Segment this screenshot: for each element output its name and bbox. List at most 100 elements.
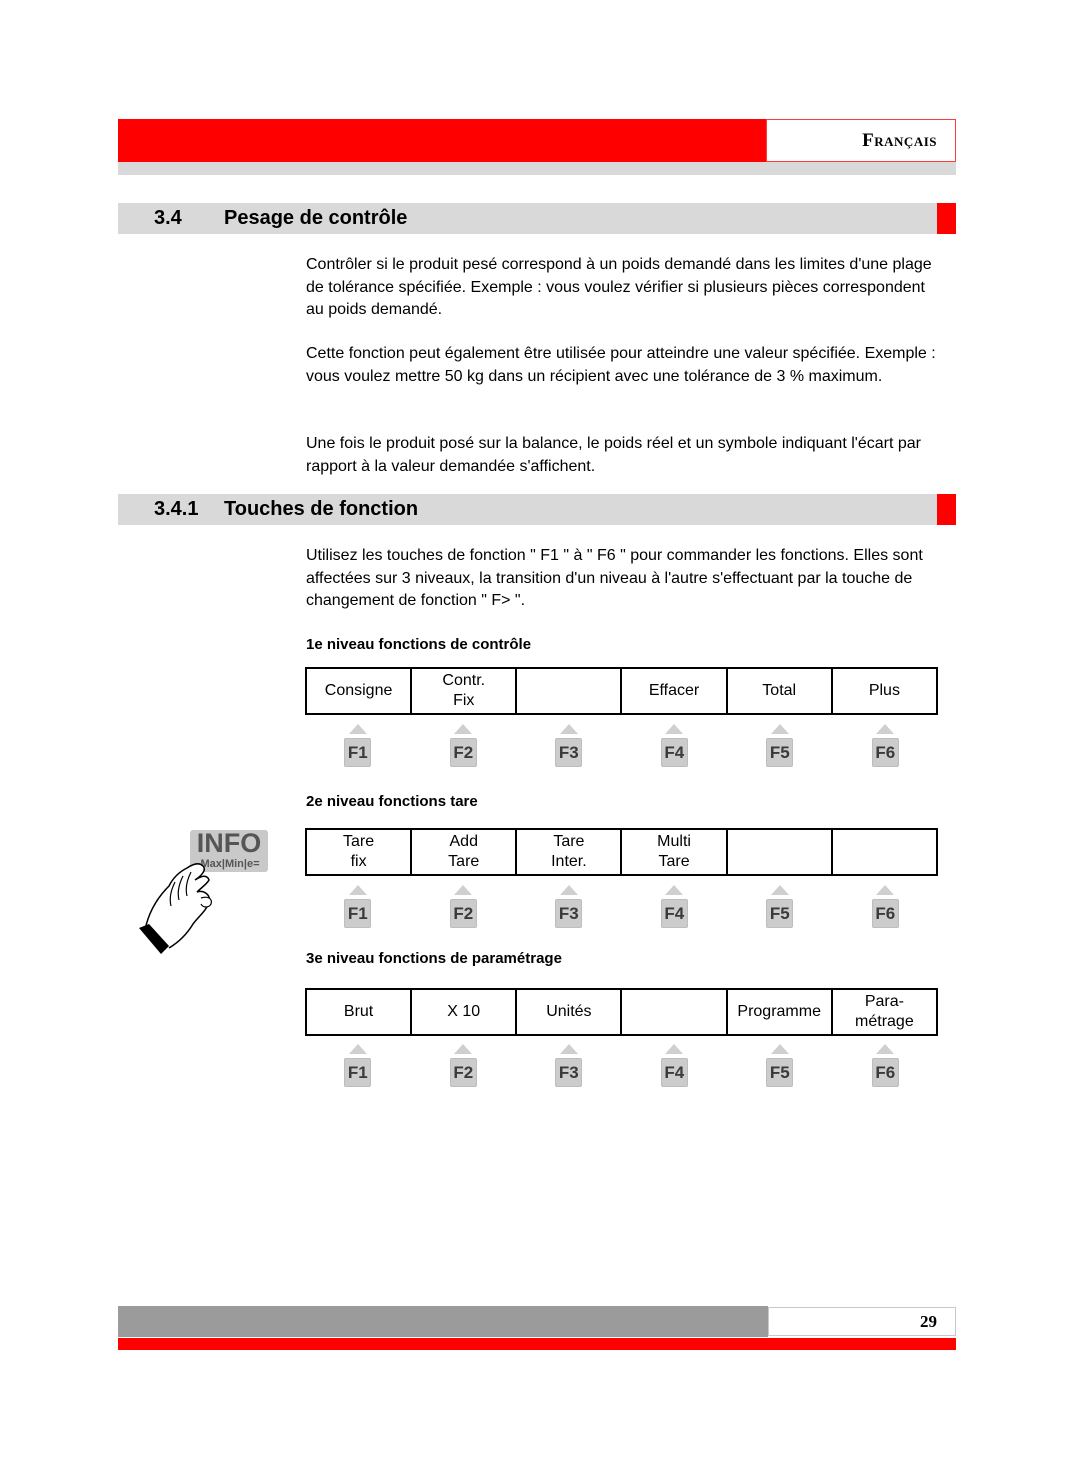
function-key: F6 [871, 1058, 899, 1087]
function-label-line: Para- [864, 993, 904, 1010]
function-key-group: F1 [305, 876, 411, 928]
function-key: F5 [766, 899, 794, 928]
function-label-cell: Unités [515, 988, 623, 1036]
function-key-group: F3 [516, 715, 622, 767]
section-title: Pesage de contrôle [224, 207, 408, 229]
function-key-group: F2 [411, 1035, 517, 1087]
function-label-line: Tare [448, 853, 480, 870]
arrow-up-icon [665, 1044, 684, 1054]
function-label-line: Fix [453, 692, 475, 709]
header-red-bar [118, 119, 766, 162]
arrow-up-icon [559, 885, 578, 895]
function-key: F3 [555, 899, 583, 928]
arrow-up-icon [665, 885, 684, 895]
function-label-cell [515, 667, 623, 715]
level-3-table: Brut X 10 Unités Programme Para-métrage [304, 988, 939, 1036]
function-key-group: F5 [727, 1035, 833, 1087]
section-accent-3-4-1 [937, 494, 956, 525]
section-accent-3-4 [937, 203, 956, 234]
function-label-line: Brut [343, 1003, 374, 1020]
arrow-up-icon [559, 1044, 578, 1054]
paragraph: Utilisez les touches de fonction " F1 " … [306, 547, 923, 609]
function-key: F1 [344, 738, 372, 767]
footer-red-bar [118, 1338, 956, 1350]
function-label-cell: Total [725, 667, 833, 715]
function-key-group: F3 [516, 1035, 622, 1087]
function-key-group: F1 [305, 1035, 411, 1087]
level-1-function-keys: F1 F2 F3 F4 F5 F6 [305, 715, 938, 767]
function-label-line: Tare [658, 853, 690, 870]
paragraph: Une fois le produit posé sur la balance,… [306, 435, 921, 475]
function-label-line: Programme [737, 1003, 821, 1020]
paragraph: Cette fonction peut également être utili… [306, 345, 936, 385]
function-label-cell: Programme [725, 988, 833, 1036]
section-title: Touches de fonction [224, 498, 419, 520]
function-label-cell: Multi Tare [620, 828, 728, 876]
function-key-group: F1 [305, 715, 411, 767]
function-key-group: F6 [833, 876, 939, 928]
function-key: F1 [344, 899, 372, 928]
function-key-group: F4 [622, 1035, 728, 1087]
language-label: Français [766, 119, 956, 162]
arrow-up-icon [559, 724, 578, 734]
header-gray-strip [118, 162, 956, 175]
function-key-group: F5 [727, 876, 833, 928]
function-key-group: F4 [622, 715, 728, 767]
function-label-line: Unités [546, 1003, 592, 1020]
function-label-cell [725, 828, 833, 876]
function-label-cell: Effacer [620, 667, 728, 715]
level-2-title: 2e niveau fonctions tare [306, 793, 478, 810]
function-label-line: X 10 [447, 1003, 481, 1020]
arrow-up-icon [770, 724, 789, 734]
function-label-line: Contr. [442, 672, 486, 689]
function-key-group: F6 [833, 1035, 939, 1087]
arrow-up-icon [665, 724, 684, 734]
level-3-function-keys: F1 F2 F3 F4 F5 F6 [305, 1035, 938, 1087]
function-label-cell [620, 988, 728, 1036]
arrow-up-icon [454, 724, 473, 734]
arrow-up-icon [348, 885, 367, 895]
level-2-table: Tare fix Add Tare Tare Inter. Multi Tare [304, 828, 939, 876]
function-label-line: Plus [868, 682, 900, 699]
level-2-function-keys: F1 F2 F3 F4 F5 F6 [305, 876, 938, 928]
function-key: F3 [555, 738, 583, 767]
function-label-line: Tare [343, 833, 375, 850]
paragraph: Contrôler si le produit pesé correspond … [306, 256, 932, 318]
function-key: F4 [660, 899, 688, 928]
function-key: F5 [766, 738, 794, 767]
function-label-cell [830, 828, 939, 876]
function-label-line: Tare [553, 833, 585, 850]
function-label-cell: Brut [304, 988, 413, 1036]
arrow-up-icon [876, 885, 895, 895]
function-label-line: Add [449, 833, 478, 850]
arrow-up-icon [876, 1044, 895, 1054]
pointing-hand-icon [139, 863, 212, 954]
arrow-up-icon [454, 1044, 473, 1054]
function-key: F2 [449, 899, 477, 928]
arrow-up-icon [876, 724, 895, 734]
function-label-cell: Para-métrage [830, 988, 939, 1036]
function-key: F2 [449, 1058, 477, 1087]
function-key: F2 [449, 738, 477, 767]
function-key: F4 [660, 1058, 688, 1087]
arrow-up-icon [454, 885, 473, 895]
function-key-group: F2 [411, 876, 517, 928]
function-label-cell: Consigne [304, 667, 413, 715]
section-heading-3-4: 3.4 Pesage de contrôle [118, 203, 938, 234]
arrow-up-icon [348, 724, 367, 734]
level-3-title: 3e niveau fonctions de paramétrage [306, 950, 562, 967]
arrow-up-icon [770, 1044, 789, 1054]
page-number: 29 [768, 1307, 956, 1336]
function-label-line: Multi [657, 833, 691, 850]
section-number: 3.4 [154, 207, 182, 229]
function-key: F3 [555, 1058, 583, 1087]
function-key: F6 [871, 738, 899, 767]
function-label-cell: Add Tare [410, 828, 518, 876]
function-key-group: F4 [622, 876, 728, 928]
function-label-cell: Tare fix [304, 828, 413, 876]
function-key-group: F3 [516, 876, 622, 928]
function-key: F4 [660, 738, 688, 767]
function-label-line: fix [350, 853, 367, 870]
function-key-group: F6 [833, 715, 939, 767]
arrow-up-icon [348, 1044, 367, 1054]
